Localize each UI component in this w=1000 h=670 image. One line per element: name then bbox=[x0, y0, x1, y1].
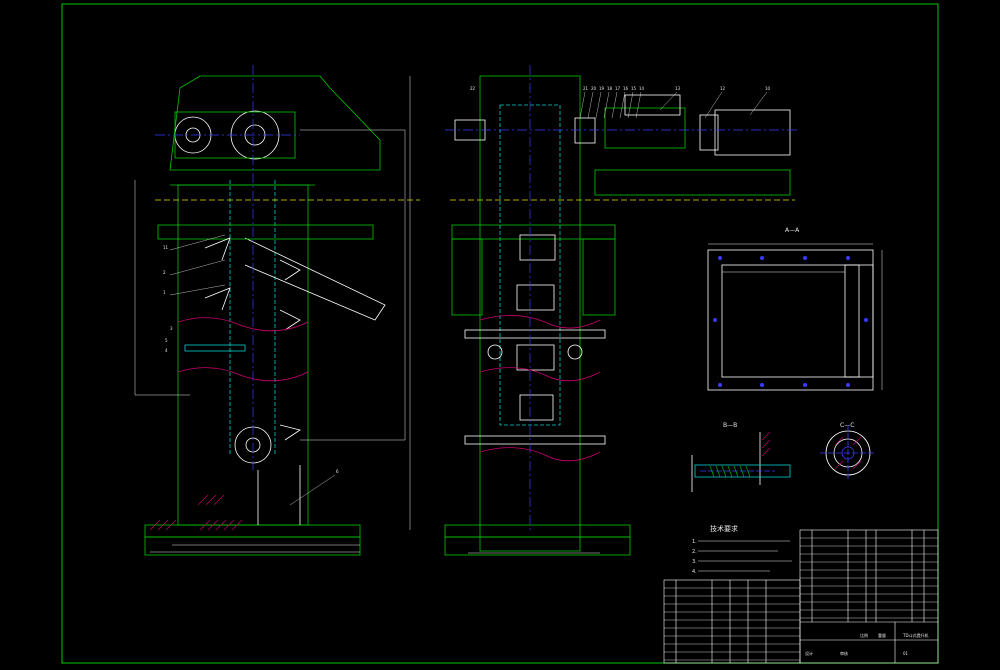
tech-item-2: 2. bbox=[692, 549, 697, 555]
title-block: TD斗式提升机 01 比例 重量 设计 审核 bbox=[800, 621, 938, 663]
title-drawing-name: TD斗式提升机 bbox=[902, 632, 929, 638]
front-view-leaders bbox=[579, 91, 768, 119]
callout-14: 14 bbox=[639, 86, 645, 91]
tech-item-4: 4. bbox=[692, 569, 697, 575]
section-b-view: B—B bbox=[691, 422, 791, 492]
side-view-leaders bbox=[169, 234, 336, 506]
tech-item-1: 1. bbox=[692, 539, 697, 545]
section-a-label: A—A bbox=[785, 227, 800, 234]
assembly-drawing: 11 2 1 3 5 4 6 22 21 20 19 18 17 16 15 1… bbox=[61, 3, 939, 664]
front-view-callouts: 22 21 20 19 18 17 16 15 14 13 12 10 bbox=[470, 86, 771, 91]
technical-requirements: 技术要求 1. 2. 3. 4. bbox=[692, 524, 792, 575]
callout-13: 13 bbox=[675, 86, 681, 91]
parts-list-grid bbox=[663, 529, 939, 664]
side-view-callouts: 11 2 1 3 5 4 6 bbox=[163, 245, 339, 474]
tech-heading: 技术要求 bbox=[710, 524, 738, 533]
section-c-view: C—C bbox=[820, 422, 876, 481]
callout-11: 11 bbox=[163, 245, 169, 250]
callout-1: 1 bbox=[163, 290, 166, 295]
section-c-label: C—C bbox=[840, 422, 854, 429]
title-design: 设计 bbox=[805, 650, 813, 656]
callout-12: 12 bbox=[720, 86, 726, 91]
callout-22: 22 bbox=[470, 86, 476, 91]
cad-drawing-canvas: 11 2 1 3 5 4 6 22 21 20 19 18 17 16 15 1… bbox=[0, 0, 1000, 666]
callout-16: 16 bbox=[623, 86, 629, 91]
title-check: 审核 bbox=[840, 650, 848, 656]
title-sheet: 01 bbox=[903, 651, 909, 656]
callout-19: 19 bbox=[599, 86, 605, 91]
section-b-hatch bbox=[761, 431, 771, 457]
callout-20: 20 bbox=[591, 86, 597, 91]
parts-list-rows bbox=[664, 537, 938, 661]
callout-10: 10 bbox=[765, 86, 771, 91]
title-scale: 比例 bbox=[860, 632, 868, 638]
side-view bbox=[134, 75, 411, 556]
callout-15: 15 bbox=[631, 86, 637, 91]
tech-item-3: 3. bbox=[692, 559, 697, 565]
callout-6: 6 bbox=[336, 469, 339, 474]
callout-18: 18 bbox=[607, 86, 613, 91]
callout-21: 21 bbox=[583, 86, 589, 91]
callout-17: 17 bbox=[615, 86, 621, 91]
section-b-thread bbox=[709, 465, 751, 478]
section-a-view: A—A bbox=[707, 227, 883, 391]
callout-5: 5 bbox=[165, 338, 168, 343]
front-view bbox=[444, 75, 791, 556]
callout-2: 2 bbox=[163, 270, 166, 275]
callout-3: 3 bbox=[170, 326, 173, 331]
section-b-label: B—B bbox=[723, 422, 737, 429]
title-weight: 重量 bbox=[878, 632, 886, 638]
callout-4: 4 bbox=[165, 348, 168, 353]
